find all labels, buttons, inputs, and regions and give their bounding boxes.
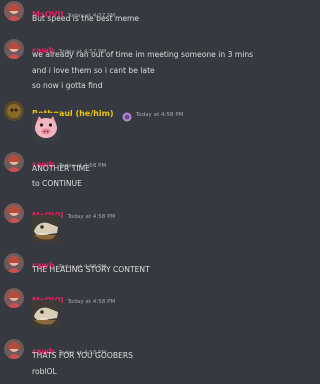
avatar[interactable] — [4, 203, 24, 223]
avatar[interactable] — [4, 339, 24, 359]
pride-badge-icon — [122, 107, 132, 121]
message-text: roblOL — [32, 367, 57, 376]
message-text: THE HEALING STORY CONTENT — [32, 265, 150, 274]
dinosaur-skull-sticker[interactable] — [32, 215, 60, 243]
dinosaur-skull-sticker[interactable] — [32, 300, 60, 328]
message-text: we already ran out of time im meeting so… — [32, 50, 254, 59]
avatar[interactable] — [4, 253, 24, 273]
timestamp: Today at 4:58 PM — [135, 112, 184, 118]
avatar[interactable] — [4, 1, 24, 21]
message-text: so now i gotta find — [32, 81, 103, 90]
message-text: But speed is the best meme — [32, 14, 140, 23]
message-text: to CONTINUE — [32, 179, 82, 188]
message-text: and i love them so i cant be late — [32, 66, 155, 75]
timestamp: Today at 4:58 PM — [67, 214, 116, 220]
timestamp: Today at 4:58 PM — [67, 299, 116, 305]
message-text: THATS FOR YOU GOOBERS — [32, 351, 133, 360]
avatar[interactable] — [4, 101, 24, 121]
pig-emoji-sticker[interactable] — [32, 113, 60, 141]
avatar[interactable] — [4, 39, 24, 59]
avatar[interactable] — [4, 288, 24, 308]
avatar[interactable] — [4, 152, 24, 172]
message-text: ANOTHER TIME — [32, 164, 90, 173]
